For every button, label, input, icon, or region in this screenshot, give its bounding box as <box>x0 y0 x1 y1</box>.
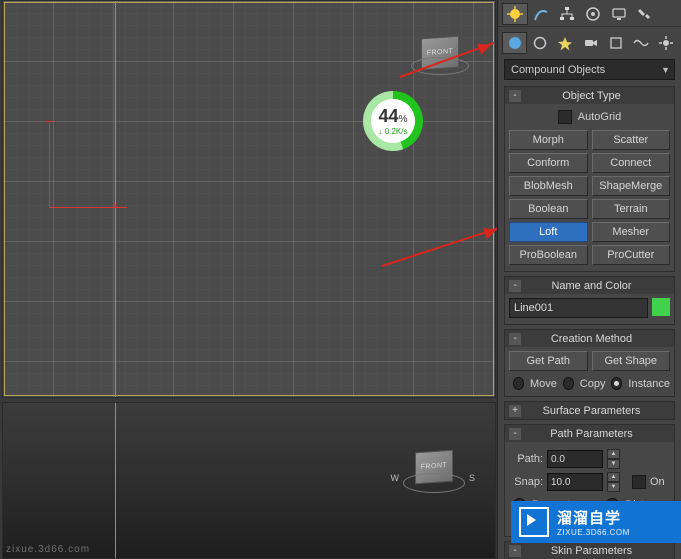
chevron-down-icon: ▼ <box>661 65 670 75</box>
path-spinner[interactable]: 0.0 <box>547 450 603 468</box>
cat-systems-icon[interactable] <box>654 32 679 54</box>
object-type-loft-button[interactable]: Loft <box>509 222 588 242</box>
rollout-header[interactable]: - Name and Color <box>505 277 674 294</box>
rollout-title: Creation Method <box>509 333 674 345</box>
radio-instance-label: Instance <box>628 378 670 390</box>
axis-label-x: x <box>113 200 118 210</box>
object-type-morph-button[interactable]: Morph <box>509 130 588 150</box>
viewport-area: x FRONT 44% ↓ 0.2K/s FRONT W S zixue.3d6… <box>0 0 498 559</box>
progress-percent-unit: % <box>399 114 408 125</box>
object-type-boolean-button[interactable]: Boolean <box>509 199 588 219</box>
radio-move-label: Move <box>530 378 557 390</box>
rollout-object-type: - Object Type AutoGrid MorphScatterConfo… <box>504 86 675 272</box>
object-name-field[interactable]: Line001 <box>509 298 648 318</box>
rollout-creation-method: - Creation Method Get Path Get Shape Mov… <box>504 329 675 397</box>
radio-move[interactable] <box>513 377 524 390</box>
tab-modify-icon[interactable] <box>528 3 554 25</box>
snap-spinner[interactable]: 10.0 <box>547 473 603 491</box>
progress-rate: ↓ 0.2K/s <box>379 127 408 136</box>
rollout-header[interactable]: - Creation Method <box>505 330 674 347</box>
brand-overlay: 溜溜自学 ZIXUE.3D66.COM <box>511 501 681 543</box>
object-type-connect-button[interactable]: Connect <box>592 153 671 173</box>
viewport-perspective[interactable]: FRONT W S <box>2 402 496 559</box>
rollout-title: Surface Parameters <box>509 405 674 417</box>
tab-utilities-icon[interactable] <box>632 3 658 25</box>
rollout-header[interactable]: - Skin Parameters <box>505 542 674 559</box>
autogrid-label: AutoGrid <box>578 111 621 123</box>
object-type-scatter-button[interactable]: Scatter <box>592 130 671 150</box>
axis-w: W <box>391 473 400 483</box>
rollout-title: Skin Parameters <box>509 545 674 557</box>
rollout-skin-parameters: - Skin Parameters <box>504 541 675 559</box>
tab-create-icon[interactable] <box>502 3 528 25</box>
get-path-button[interactable]: Get Path <box>509 351 588 371</box>
rollout-name-color: - Name and Color Line001 <box>504 276 675 325</box>
tab-display-icon[interactable] <box>606 3 632 25</box>
object-type-blobmesh-button[interactable]: BlobMesh <box>509 176 588 196</box>
viewport-divider <box>115 1 116 397</box>
rollout-surface-parameters: + Surface Parameters <box>504 401 675 420</box>
tab-hierarchy-icon[interactable] <box>554 3 580 25</box>
radio-instance[interactable] <box>611 377 622 390</box>
rollout-header[interactable]: - Path Parameters <box>505 425 674 442</box>
snap-label: Snap: <box>509 476 543 488</box>
download-progress-widget: 44% ↓ 0.2K/s <box>363 91 423 151</box>
cat-lights-icon[interactable] <box>553 32 578 54</box>
spinner-up-icon[interactable]: ▲ <box>607 472 620 482</box>
rollout-header[interactable]: - Object Type <box>505 87 674 104</box>
brand-text-big: 溜溜自学 <box>557 510 621 527</box>
object-type-proboolean-button[interactable]: ProBoolean <box>509 245 588 265</box>
radio-copy[interactable] <box>563 377 574 390</box>
rollout-title: Object Type <box>509 90 674 102</box>
watermark: zixue.3d66.com <box>6 544 90 555</box>
radio-copy-label: Copy <box>580 378 606 390</box>
autogrid-checkbox[interactable] <box>558 110 572 124</box>
object-type-shapemerge-button[interactable]: ShapeMerge <box>592 176 671 196</box>
cat-shapes-icon[interactable] <box>527 32 552 54</box>
brand-play-icon <box>519 507 549 537</box>
cat-geometry-icon[interactable] <box>502 32 527 54</box>
create-category-row <box>498 26 681 55</box>
path-label: Path: <box>509 453 543 465</box>
progress-percent: 44 <box>379 106 399 126</box>
cat-cameras-icon[interactable] <box>578 32 603 54</box>
cat-helpers-icon[interactable] <box>603 32 628 54</box>
rollout-title: Name and Color <box>509 280 674 292</box>
snap-on-checkbox[interactable] <box>632 475 646 489</box>
rollout-title: Path Parameters <box>509 428 674 440</box>
object-type-procutter-button[interactable]: ProCutter <box>592 245 671 265</box>
category-dropdown-label: Compound Objects <box>511 64 605 76</box>
category-dropdown[interactable]: Compound Objects ▼ <box>504 59 675 80</box>
spinner-up-icon[interactable]: ▲ <box>607 449 620 459</box>
spline-segment-v <box>49 123 50 207</box>
rollout-header[interactable]: + Surface Parameters <box>505 402 674 419</box>
spinner-down-icon[interactable]: ▼ <box>607 482 620 492</box>
tab-motion-icon[interactable] <box>580 3 606 25</box>
spinner-down-icon[interactable]: ▼ <box>607 459 620 469</box>
snap-on-label: On <box>650 476 665 488</box>
axis-s: S <box>469 473 475 483</box>
object-type-mesher-button[interactable]: Mesher <box>592 222 671 242</box>
cat-spacewarps-icon[interactable] <box>628 32 653 54</box>
viewcube-ring[interactable] <box>403 473 465 493</box>
object-type-conform-button[interactable]: Conform <box>509 153 588 173</box>
viewport-divider <box>115 403 116 558</box>
object-type-button-grid: MorphScatterConformConnectBlobMeshShapeM… <box>509 130 670 265</box>
get-shape-button[interactable]: Get Shape <box>592 351 671 371</box>
object-color-swatch[interactable] <box>652 298 670 316</box>
command-panel: Compound Objects ▼ - Object Type AutoGri… <box>497 0 681 559</box>
brand-text-small: ZIXUE.3D66.COM <box>557 528 630 537</box>
object-type-terrain-button[interactable]: Terrain <box>592 199 671 219</box>
viewcube-ring[interactable] <box>411 57 469 75</box>
snap-spinner-buttons[interactable]: ▲ ▼ <box>607 472 620 492</box>
object-name-value: Line001 <box>514 302 553 314</box>
spline-vertex <box>46 121 54 122</box>
path-spinner-buttons[interactable]: ▲ ▼ <box>607 449 620 469</box>
panel-tab-row <box>498 0 681 26</box>
viewport-front[interactable]: x FRONT 44% ↓ 0.2K/s <box>2 0 496 398</box>
